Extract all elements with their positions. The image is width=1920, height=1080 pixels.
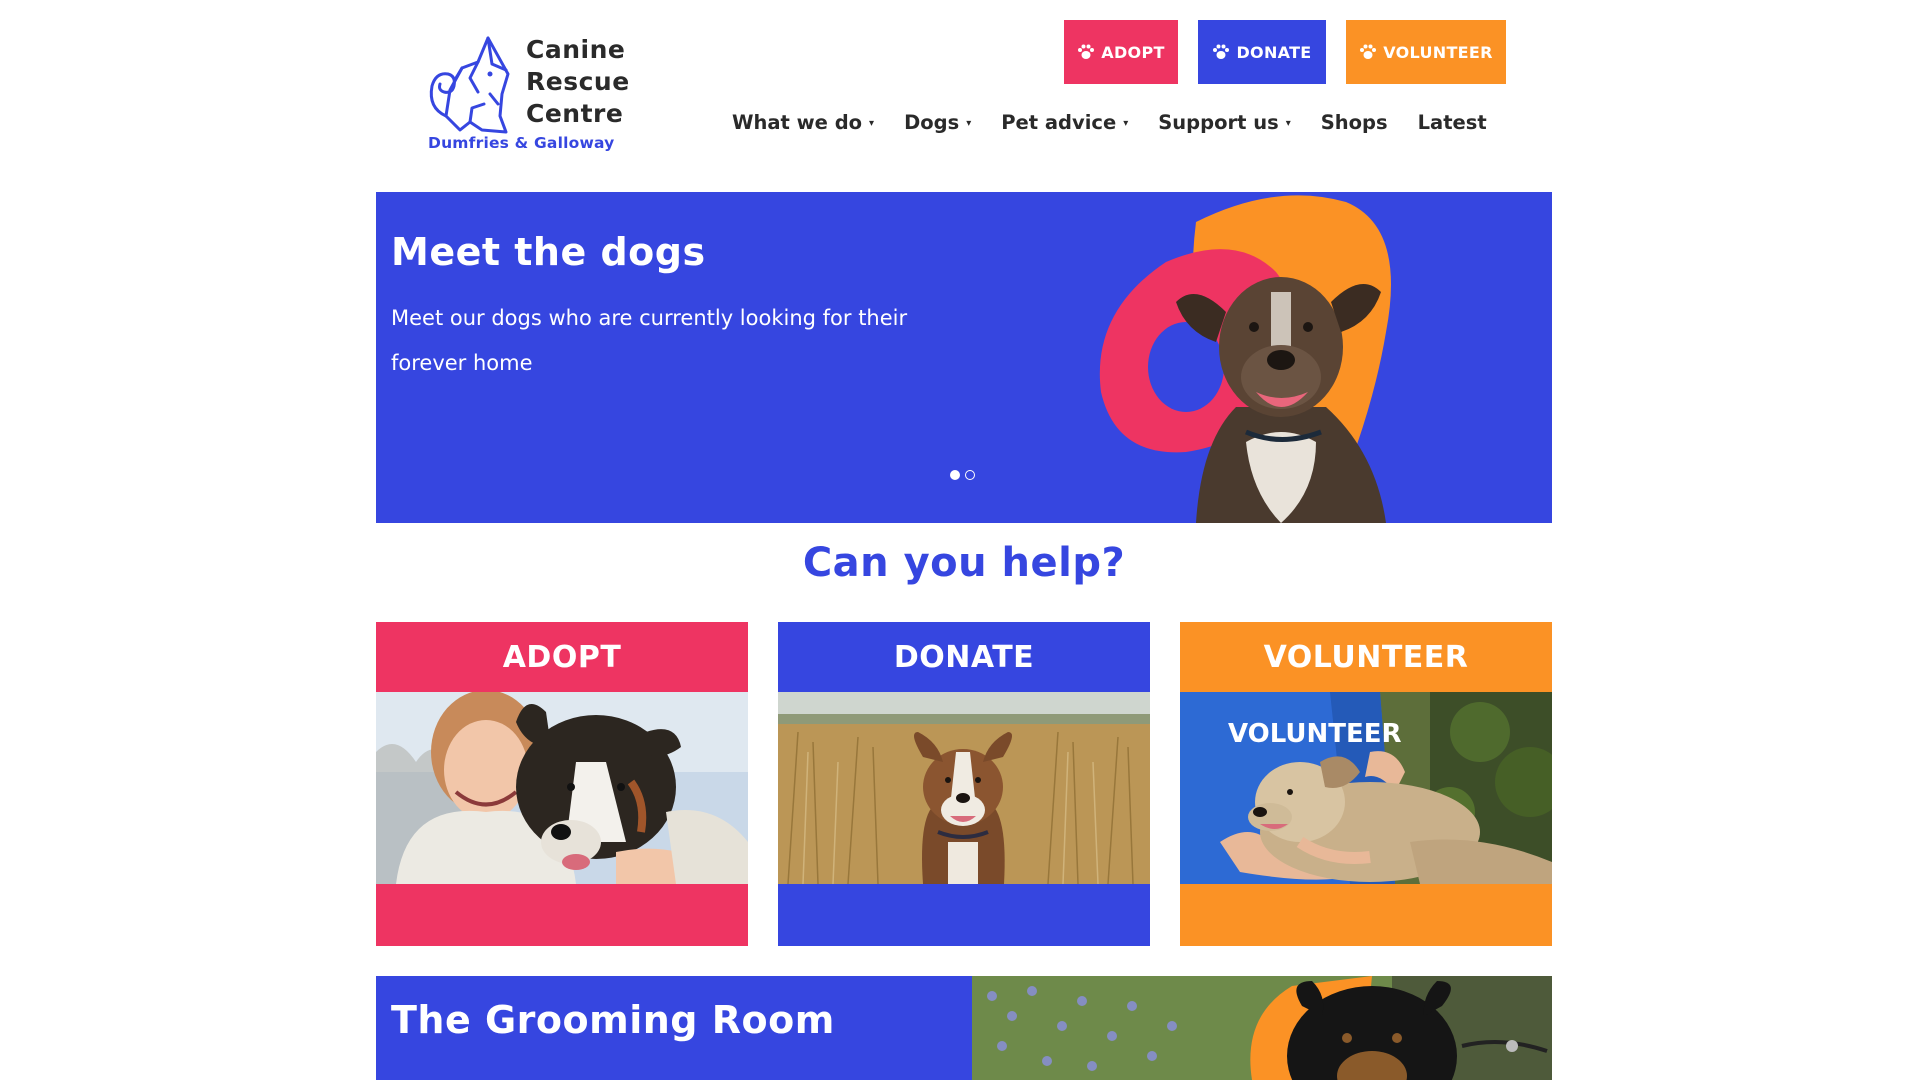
header-adopt-button[interactable]: ADOPT [1064,20,1178,84]
header-donate-button[interactable]: DONATE [1198,20,1326,84]
volunteer-card-image: VOLUNTEER [1180,692,1552,884]
site-logo[interactable]: Canine Rescue Centre Dumfries & Galloway [426,30,666,160]
header-volunteer-button[interactable]: VOLUNTEER [1346,20,1506,84]
paw-icon [1077,44,1095,60]
hero-text: Meet our dogs who are currently looking … [391,306,908,375]
header-adopt-label: ADOPT [1101,42,1165,62]
paw-icon [1212,44,1230,60]
hero-title: Meet the dogs [391,230,706,274]
nav-item-pet-advice[interactable]: Pet advice ▾ [1001,111,1128,134]
nav-item-shops[interactable]: Shops [1321,111,1388,134]
header-volunteer-label: VOLUNTEER [1383,42,1493,62]
volunteer-card-footer [1180,884,1552,946]
adopt-card-image [376,692,748,884]
logo-subtitle: Dumfries & Galloway [428,134,615,152]
nav-label: What we do [732,110,863,134]
volunteer-card[interactable]: VOLUNTEER VOLUNTEER [1180,622,1552,946]
donate-card-title: DONATE [778,622,1150,692]
grooming-room-image [972,976,1552,1080]
carousel-indicators [950,470,975,480]
nav-item-what-we-do[interactable]: What we do ▾ [732,111,874,134]
nav-label: Support us [1158,110,1279,134]
chevron-down-icon: ▾ [1123,117,1129,129]
logo-line-1: Canine [526,35,626,64]
howling-dog-logo-icon [426,34,512,134]
hero-carousel[interactable]: Meet the dogs Meet our dogs who are curr… [376,192,1552,523]
adopt-card-title: ADOPT [376,622,748,692]
nav-label: Pet advice [1001,110,1117,134]
grooming-room-banner[interactable]: The Grooming Room [376,976,1552,1080]
carousel-dot-1[interactable] [950,470,960,480]
donate-card-footer [778,884,1150,946]
main-nav: What we do ▾ Dogs ▾ Pet advice ▾ Support… [732,104,1487,140]
nav-item-dogs[interactable]: Dogs ▾ [904,111,971,134]
page: Canine Rescue Centre Dumfries & Galloway… [376,0,1552,1080]
nav-label: Latest [1417,110,1487,134]
chevron-down-icon: ▾ [1285,117,1291,129]
nav-label: Shops [1320,110,1388,134]
logo-name: Canine Rescue Centre [526,34,630,130]
paw-icon [1359,44,1377,60]
logo-line-3: Centre [526,99,624,128]
grooming-room-panel: The Grooming Room [376,976,972,1080]
header-donate-label: DONATE [1236,42,1312,62]
nav-item-support-us[interactable]: Support us ▾ [1158,111,1291,134]
volunteer-card-title: VOLUNTEER [1180,622,1552,692]
volunteer-shirt-text: VOLUNTEER [1228,719,1402,749]
nav-label: Dogs [904,110,960,134]
adopt-card[interactable]: ADOPT [376,622,748,946]
chevron-down-icon: ▾ [966,117,972,129]
chevron-down-icon: ▾ [869,117,875,129]
donate-card-image [778,692,1150,884]
help-section-title: Can you help? [802,540,1126,586]
adopt-card-footer [376,884,748,946]
nav-item-latest[interactable]: Latest [1418,111,1487,134]
hero-dog-image [1076,192,1496,523]
logo-line-2: Rescue [526,67,630,96]
grooming-room-title: The Grooming Room [391,998,835,1042]
carousel-dot-2[interactable] [965,470,975,480]
donate-card[interactable]: DONATE [778,622,1150,946]
